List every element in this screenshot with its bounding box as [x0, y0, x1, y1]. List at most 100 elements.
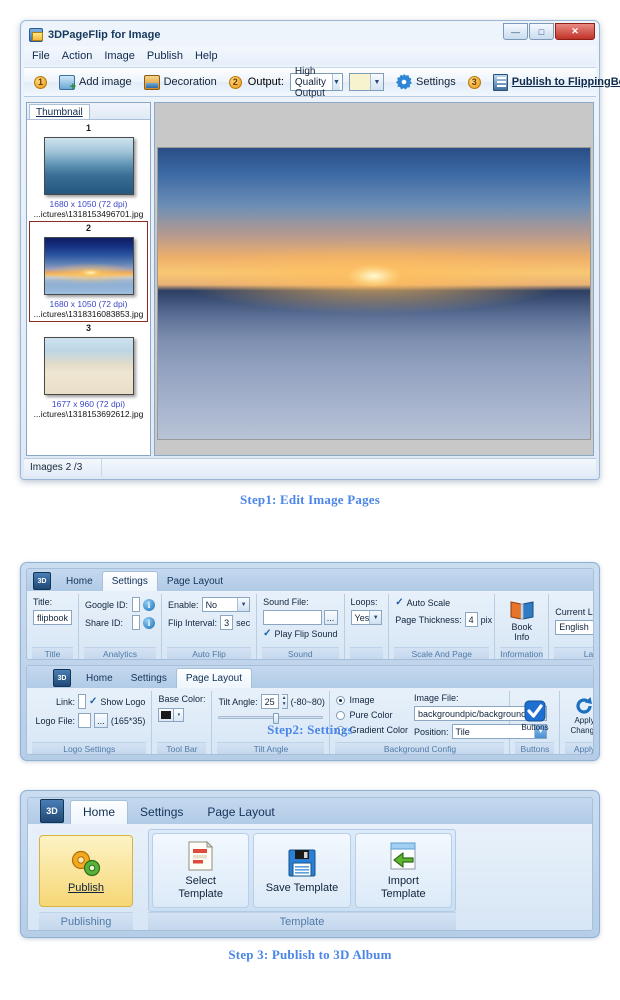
tab-page-layout[interactable]: Page Layout — [195, 801, 286, 824]
tilt-angle-stepper[interactable]: ▲ ▼ — [281, 694, 288, 709]
thumbnail-item-2[interactable]: 2 1680 x 1050 (72 dpi) ...ictures\131831… — [29, 221, 148, 322]
status-empty — [102, 459, 596, 476]
tab-page-layout[interactable]: Page Layout — [158, 572, 232, 591]
thumbnail-item-1[interactable]: 1 1680 x 1050 (72 dpi) ...ictures\131815… — [29, 122, 148, 221]
output-select-value: High Quality Output — [294, 65, 326, 99]
auto-scale-checkbox[interactable]: ✓ Auto Scale — [395, 597, 488, 608]
tab-thumbnail[interactable]: Thumbnail — [29, 104, 90, 119]
base-color-swatch[interactable] — [158, 708, 175, 722]
sound-file-input[interactable] — [263, 610, 322, 625]
info-icon[interactable]: i — [143, 598, 156, 611]
save-template-button[interactable]: Save Template — [253, 833, 351, 908]
current-language-value: English — [559, 622, 589, 632]
tab-home[interactable]: Home — [57, 572, 102, 591]
menu-item-image[interactable]: Image — [104, 50, 135, 62]
page-thickness-input[interactable]: 4 — [464, 612, 478, 627]
tilt-angle-label: Tilt Angle: — [218, 696, 258, 707]
app-logo-icon: 3D — [53, 669, 71, 687]
app-logo-icon: 3D — [33, 572, 51, 590]
publish-to-flippingbook-button[interactable]: Publish to FlippingBook — [492, 73, 620, 91]
group-empty — [466, 829, 586, 930]
radio-pure-color-label: Pure Color — [349, 710, 393, 720]
window-title: 3DPageFlip for Image — [48, 29, 161, 41]
chevron-down-icon[interactable]: ▾ — [174, 708, 185, 722]
radio-background-pure-color[interactable]: Pure Color — [336, 708, 408, 722]
menu-item-publish[interactable]: Publish — [147, 50, 183, 62]
flip-interval-label: Flip Interval: — [168, 617, 218, 628]
group-title-label: Title — [32, 647, 74, 659]
menu-item-file[interactable]: File — [32, 50, 50, 62]
check-icon: ✓ — [395, 597, 404, 608]
close-button[interactable]: ✕ — [555, 23, 595, 40]
sound-file-browse-button[interactable]: ... — [323, 610, 338, 625]
thumbnail-path: ...ictures\1318316083853.jpg — [33, 309, 144, 319]
checkmark-icon — [524, 700, 546, 722]
tab-settings[interactable]: Settings — [128, 801, 195, 824]
thumbnail-list[interactable]: 1 1680 x 1050 (72 dpi) ...ictures\131815… — [27, 120, 150, 455]
info-icon[interactable]: i — [143, 616, 156, 629]
group-empty-label — [471, 912, 581, 930]
tab-settings[interactable]: Settings — [122, 669, 176, 688]
tab-page-layout[interactable]: Page Layout — [175, 668, 252, 688]
current-language-select[interactable]: English ▼ — [555, 619, 593, 635]
select-template-icon — [184, 840, 218, 872]
title-input[interactable]: flipbook — [33, 610, 73, 625]
menu-item-help[interactable]: Help — [195, 50, 218, 62]
google-id-input[interactable] — [132, 597, 141, 612]
sound-file-label: Sound File: — [263, 597, 309, 607]
thumbnail-panel: Thumbnail 1 1680 x 1050 (72 dpi) ...ictu… — [26, 102, 151, 456]
page-thickness-unit: pix — [480, 614, 493, 625]
add-image-button[interactable]: Add image — [59, 74, 132, 93]
group-publishing: Publish Publishing — [34, 829, 138, 930]
tab-home[interactable]: Home — [77, 669, 122, 688]
menu-item-action[interactable]: Action — [62, 50, 93, 62]
publish-ribbon-body: Publish Publishing Select Template Save … — [28, 824, 592, 930]
play-flip-sound-checkbox[interactable]: ✓ Play Flip Sound — [263, 628, 337, 639]
book-info-button[interactable]: Book Info — [500, 597, 544, 644]
radio-background-image[interactable]: Image — [336, 693, 408, 707]
thumbnail-image[interactable] — [43, 337, 134, 395]
check-icon: ✓ — [263, 628, 272, 639]
page-layout-ribbon: 3D Home Settings Page Layout Link: ✓ Sho… — [26, 665, 594, 755]
import-template-button[interactable]: Import Template — [354, 833, 452, 908]
base-color-label: Base Color: — [158, 694, 206, 704]
page-layout-ribbon-body: Link: ✓ Show Logo Logo File: ... (165*35 — [27, 688, 593, 754]
output-select[interactable]: High Quality Output ▼ — [289, 66, 343, 99]
publish-ribbon-container: 3D Home Settings Page Layout Publish Pub… — [20, 790, 600, 938]
tilt-angle-input[interactable]: 25 — [260, 694, 279, 709]
decoration-button[interactable]: Decoration — [143, 74, 217, 90]
thumbnail-image[interactable] — [43, 237, 134, 295]
page-layout-ribbon-tabs: 3D Home Settings Page Layout — [27, 666, 593, 688]
output-color-picker[interactable]: ▼ — [348, 73, 384, 91]
chevron-down-icon: ▼ — [369, 611, 382, 624]
tab-home[interactable]: Home — [70, 800, 129, 824]
share-id-input[interactable] — [132, 615, 141, 630]
select-template-button[interactable]: Select Template — [152, 833, 250, 908]
thumbnail-number: 3 — [85, 323, 91, 333]
tab-settings[interactable]: Settings — [101, 571, 158, 591]
link-input[interactable] — [78, 694, 86, 709]
settings-button[interactable]: Settings — [395, 74, 456, 90]
image-preview-area[interactable] — [154, 102, 594, 456]
loops-select[interactable]: Yes ▼ — [350, 610, 383, 625]
flip-interval-input[interactable]: 3 — [220, 615, 234, 630]
publish-label: Publish to FlippingBook — [511, 76, 620, 88]
settings-label: Settings — [415, 76, 456, 88]
enable-label: Enable: — [168, 599, 199, 610]
auto-flip-enable-select[interactable]: No ▼ — [201, 597, 251, 612]
share-id-label: Share ID: — [85, 617, 124, 628]
publish-button[interactable]: Publish — [39, 834, 133, 907]
settings-ribbon-tabs: 3D Home Settings Page Layout — [27, 569, 593, 591]
thumbnail-item-3[interactable]: 3 1677 x 960 (72 dpi) ...ictures\1318153… — [29, 322, 148, 421]
maximize-button[interactable]: □ — [529, 23, 554, 40]
show-logo-checkbox[interactable]: ✓ Show Logo — [89, 696, 145, 707]
thumbnail-image[interactable] — [43, 137, 134, 195]
current-language-label: Current Language: — [555, 606, 593, 617]
tilt-angle-slider[interactable] — [218, 713, 324, 724]
window-body: Thumbnail 1 1680 x 1050 (72 dpi) ...ictu… — [24, 100, 596, 456]
book-info-icon — [510, 599, 534, 621]
auto-flip-enable-value: No — [205, 599, 218, 610]
group-language-label: Language — [554, 647, 593, 659]
minimize-button[interactable]: — — [503, 23, 528, 40]
page-thickness-label: Page Thickness: — [395, 614, 462, 625]
